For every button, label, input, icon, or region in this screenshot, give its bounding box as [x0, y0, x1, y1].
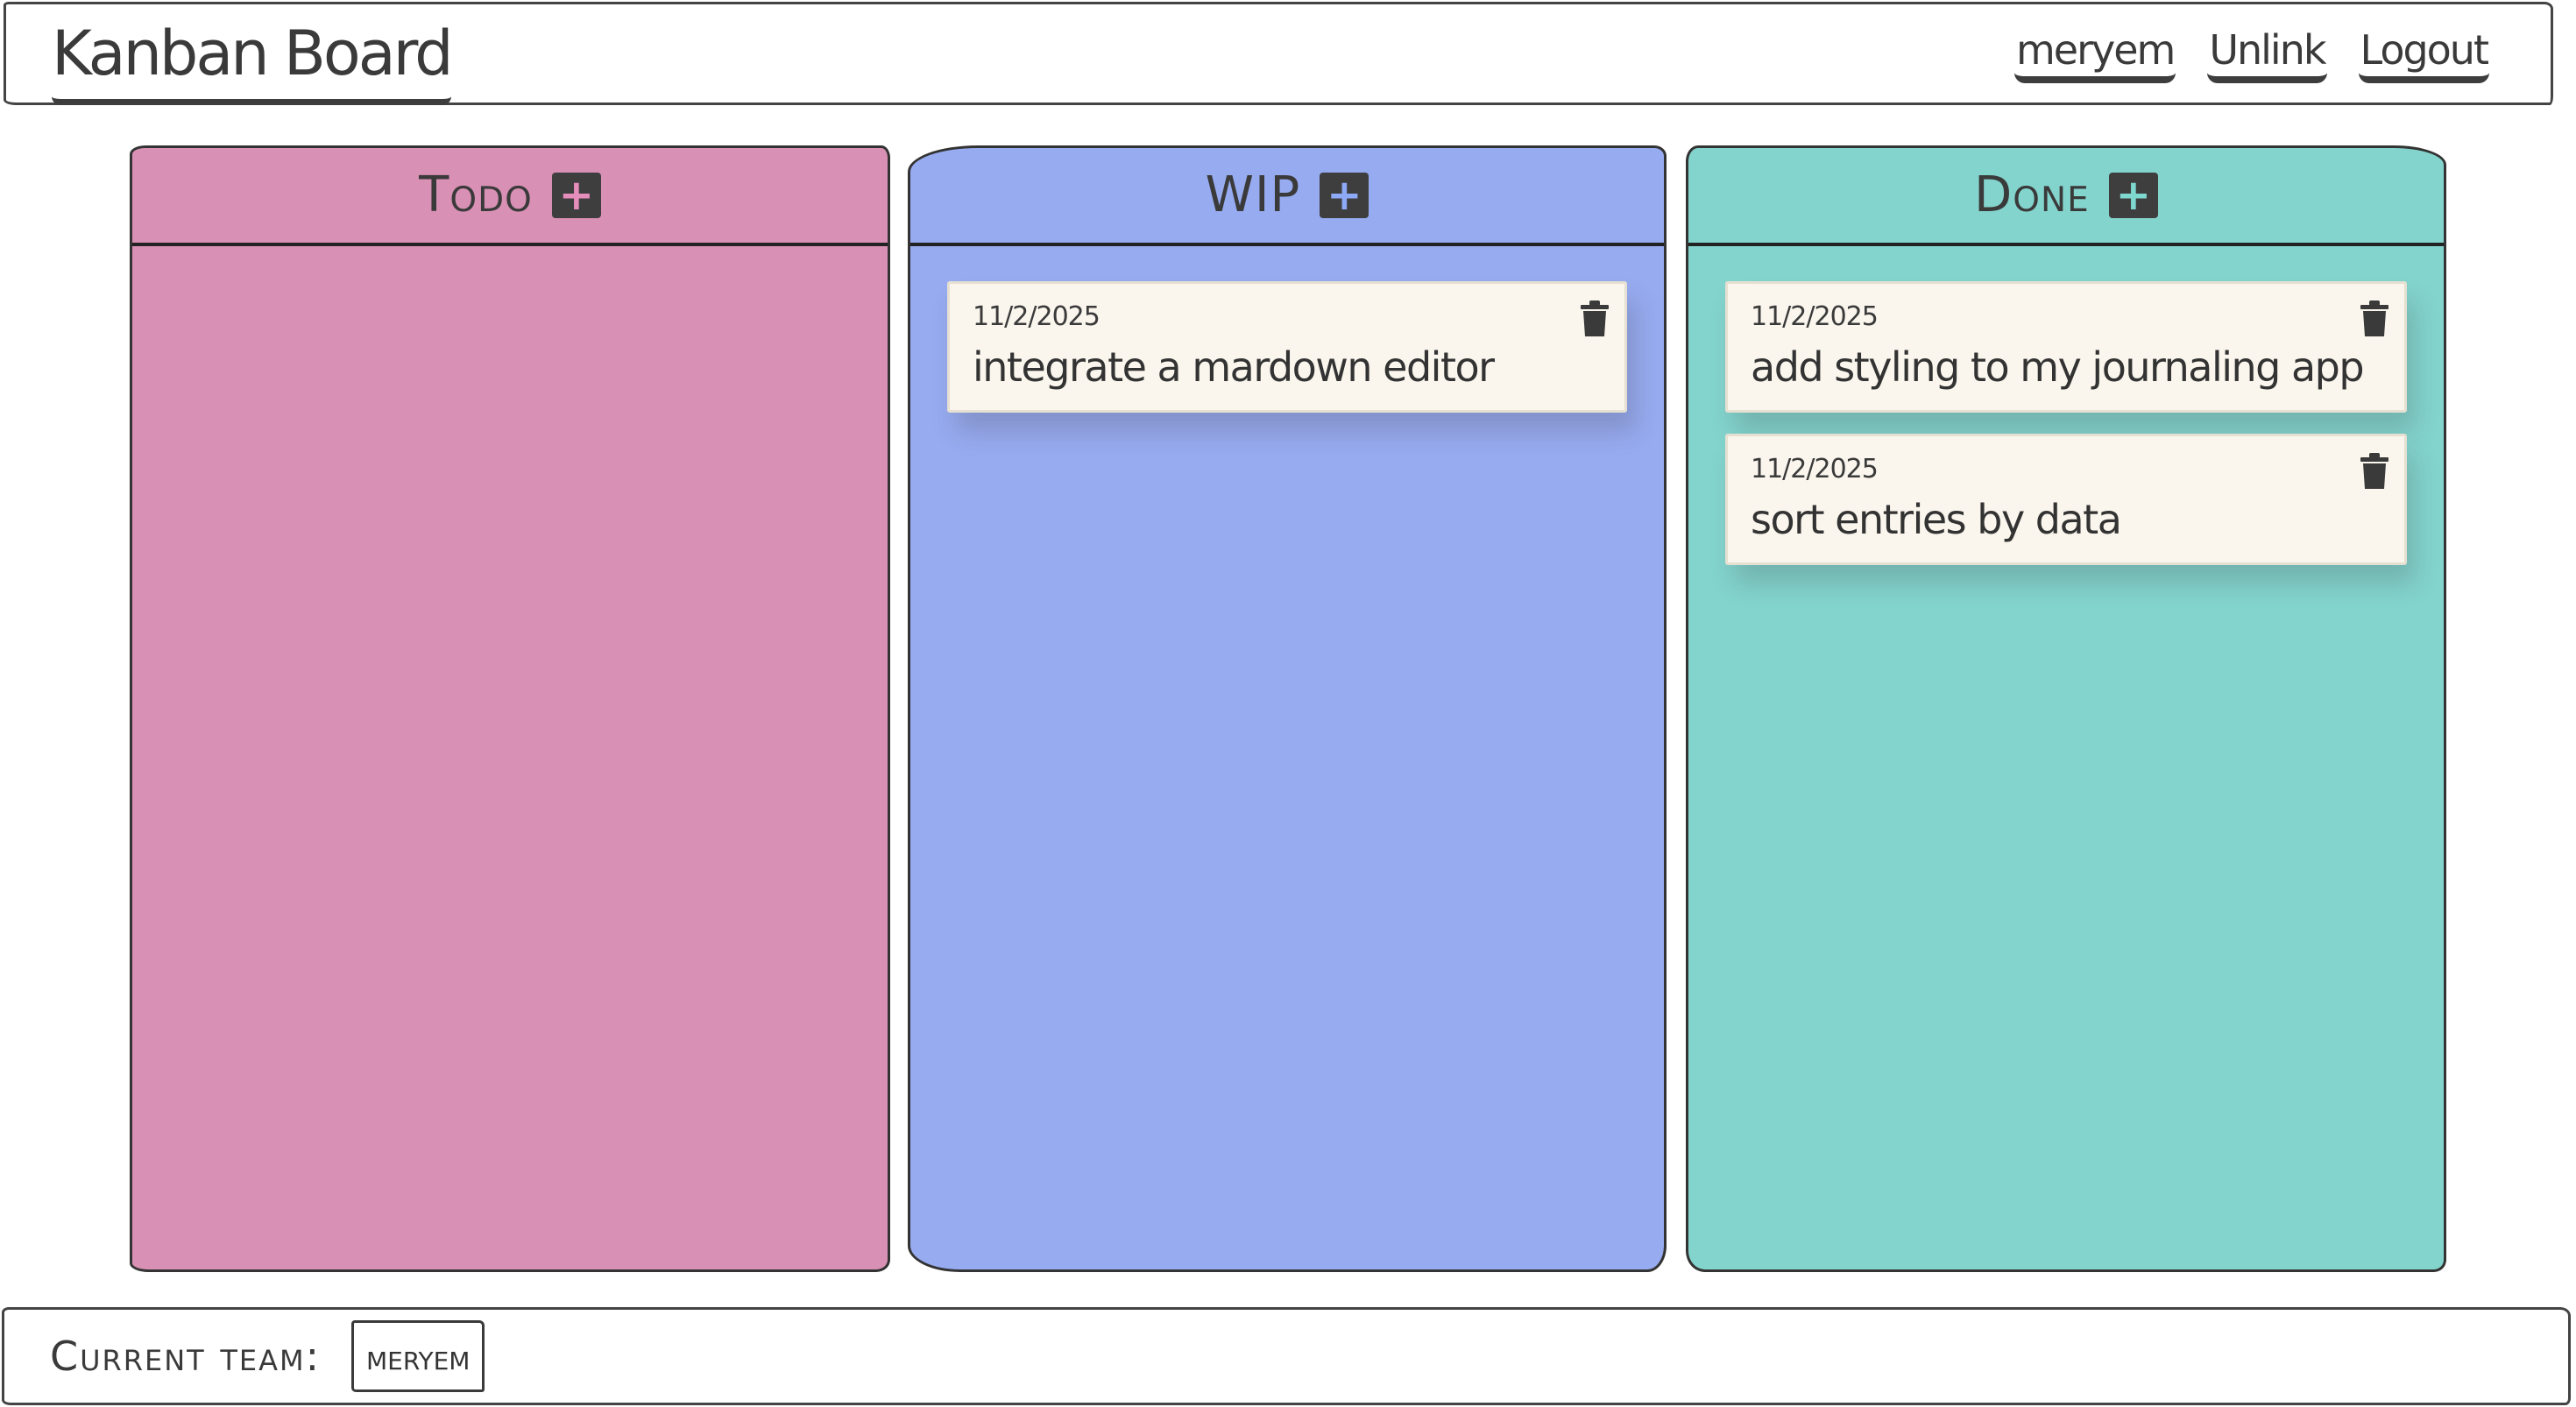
card-list: 11/2/2025 add styling to my journaling a… [1725, 281, 2407, 586]
card-text: add styling to my journaling app [1751, 343, 2365, 391]
card-date: 11/2/2025 [1751, 454, 1879, 484]
app-title: Kanban Board [52, 11, 454, 105]
header-nav: meryem Unlink Logout [2013, 24, 2489, 83]
nav-user-link[interactable]: meryem [2013, 24, 2176, 83]
trash-icon[interactable] [2359, 452, 2390, 491]
column-title: Done [1974, 166, 2090, 223]
trash-icon[interactable] [2359, 300, 2390, 338]
app-footer: Current team: meryem [2, 1307, 2571, 1405]
current-team-badge[interactable]: meryem [351, 1320, 485, 1392]
column-todo: Todo + [130, 145, 890, 1272]
card-list: 11/2/2025 integrate a mardown editor [947, 281, 1627, 434]
nav-unlink-link[interactable]: Unlink [2207, 24, 2327, 83]
card-text: sort entries by data [1751, 496, 2122, 543]
app-header: Kanban Board meryem Unlink Logout [4, 2, 2553, 105]
column-header: Todo + [132, 148, 888, 246]
card-date: 11/2/2025 [973, 301, 1100, 332]
column-title: Todo [419, 166, 533, 223]
task-card[interactable]: 11/2/2025 sort entries by data [1725, 434, 2407, 565]
column-wip: WIP + 11/2/2025 integrate a mardown edit… [908, 145, 1667, 1272]
card-text: integrate a mardown editor [973, 343, 1495, 391]
add-card-button[interactable]: + [2108, 173, 2158, 218]
add-card-button[interactable]: + [551, 173, 601, 218]
column-header: Done + [1688, 148, 2444, 246]
task-card[interactable]: 11/2/2025 integrate a mardown editor [947, 281, 1627, 413]
column-title: WIP [1205, 166, 1301, 223]
current-team-label: Current team: [50, 1333, 322, 1380]
card-date: 11/2/2025 [1751, 301, 1879, 332]
nav-logout-link[interactable]: Logout [2358, 24, 2489, 83]
add-card-button[interactable]: + [1320, 173, 1369, 218]
column-done: Done + 11/2/2025 add styling to my journ… [1686, 145, 2446, 1272]
task-card[interactable]: 11/2/2025 add styling to my journaling a… [1725, 281, 2407, 413]
trash-icon[interactable] [1579, 300, 1610, 338]
column-header: WIP + [910, 148, 1664, 246]
